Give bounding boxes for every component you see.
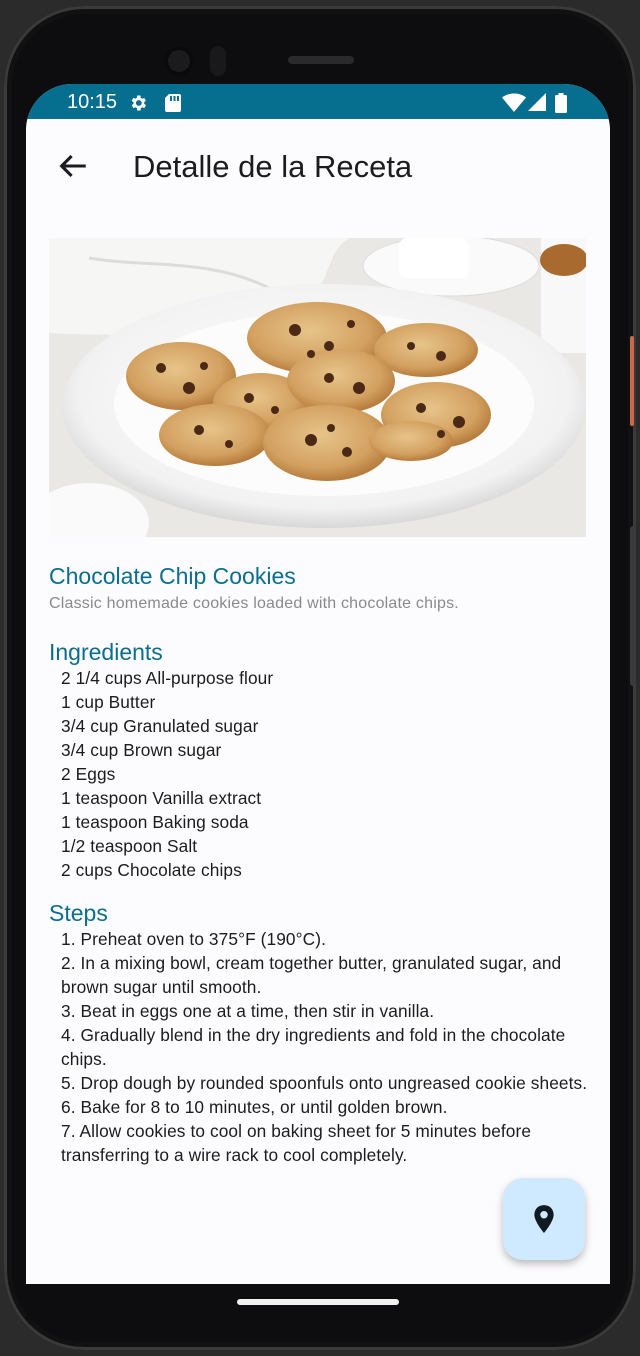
signal-icon	[528, 93, 546, 111]
ingredient-item: 3/4 cup Brown sugar	[61, 740, 222, 760]
proximity-sensor	[210, 46, 226, 76]
ingredient-item: 1/2 teaspoon Salt	[61, 836, 198, 856]
step-item: 6. Bake for 8 to 10 minutes, or until go…	[61, 1097, 448, 1117]
power-button	[630, 336, 634, 426]
volume-button	[630, 526, 636, 686]
step-item: 7. Allow cookies to cool on baking sheet…	[61, 1121, 532, 1165]
ingredient-item: 2 1/4 cups All-purpose flour	[61, 668, 274, 688]
settings-icon	[131, 95, 146, 111]
step-item: 4. Gradually blend in the dry ingredient…	[61, 1025, 566, 1069]
home-indicator[interactable]	[237, 1299, 399, 1305]
step-item: 1. Preheat oven to 375°F (190°C).	[61, 929, 326, 949]
page-title: Detalle de la Receta	[133, 149, 413, 184]
status-bar: 10:15	[26, 84, 610, 119]
app-screen: 10:15 Detalle de la Receta Chocolate Chi…	[26, 84, 610, 1284]
location-fab[interactable]	[503, 1178, 585, 1260]
ingredient-item: 1 teaspoon Baking soda	[61, 812, 249, 832]
steps-heading: Steps	[49, 900, 108, 926]
location-pin-icon	[534, 1205, 554, 1233]
recipe-description: Classic homemade cookies loaded with cho…	[49, 595, 459, 612]
wifi-icon	[502, 93, 526, 112]
steps-list: 1. Preheat oven to 375°F (190°C). 2. In …	[49, 927, 589, 1167]
ingredient-item: 2 cups Chocolate chips	[61, 860, 242, 880]
ingredients-heading: Ingredients	[49, 639, 163, 665]
battery-icon	[555, 93, 567, 113]
status-time: 10:15	[67, 91, 118, 113]
front-camera	[164, 46, 194, 76]
sd-card-icon	[165, 94, 181, 112]
ingredient-item: 2 Eggs	[61, 764, 116, 784]
arrow-back-icon[interactable]	[56, 149, 90, 183]
earpiece-speaker	[288, 56, 354, 64]
ingredient-item: 1 teaspoon Vanilla extract	[61, 788, 262, 808]
step-item: 3. Beat in eggs one at a time, then stir…	[61, 1001, 435, 1021]
recipe-image	[49, 238, 586, 537]
ingredient-item: 1 cup Butter	[61, 692, 156, 712]
step-item: 5. Drop dough by rounded spoonfuls onto …	[61, 1073, 588, 1093]
recipe-detail: Chocolate Chip Cookies Classic homemade …	[49, 238, 589, 1167]
ingredients-list: 2 1/4 cups All-purpose flour 1 cup Butte…	[49, 666, 589, 882]
step-item: 2. In a mixing bowl, cream together butt…	[61, 953, 562, 997]
recipe-name: Chocolate Chip Cookies	[49, 563, 296, 589]
ingredient-item: 3/4 cup Granulated sugar	[61, 716, 259, 736]
top-app-bar: Detalle de la Receta	[26, 119, 610, 215]
